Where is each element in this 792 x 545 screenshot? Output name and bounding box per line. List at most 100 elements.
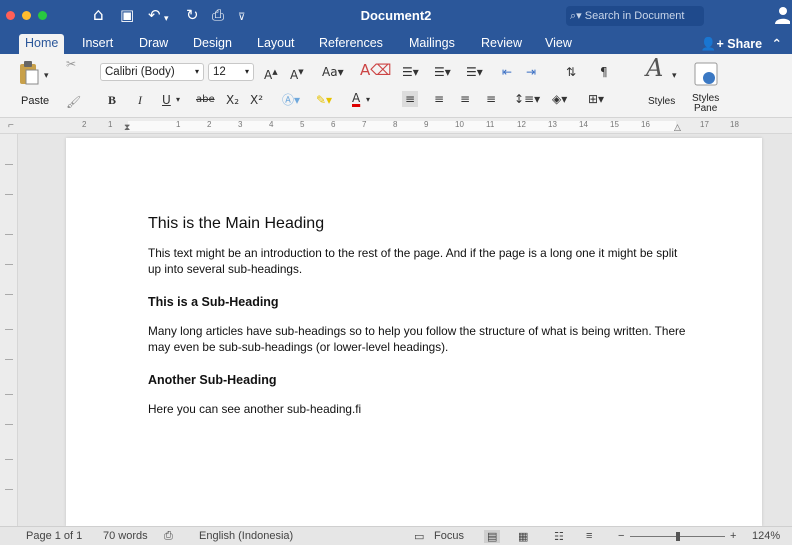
tab-home[interactable]: Home — [19, 34, 65, 54]
left-indent-marker-icon[interactable]: ⧗ — [124, 122, 130, 133]
zoom-in-icon[interactable]: + — [730, 530, 736, 542]
align-right-icon[interactable]: ≡ — [460, 91, 470, 107]
ruler-number: 15 — [610, 120, 619, 129]
cut-icon[interactable]: ✂ — [66, 56, 76, 72]
show-formatting-icon[interactable]: ¶ — [600, 64, 608, 80]
borders-icon[interactable]: ⊞▾ — [588, 91, 604, 107]
focus-label[interactable]: Focus — [434, 530, 464, 542]
font-name-select[interactable]: Calibri (Body) ▾ — [100, 63, 204, 81]
account-icon[interactable] — [774, 6, 790, 24]
tab-layout[interactable]: Layout — [251, 34, 301, 54]
right-indent-marker-icon[interactable]: △ — [674, 122, 681, 133]
paragraph-1[interactable]: Many long articles have sub-headings so … — [148, 323, 688, 355]
grow-font-icon[interactable]: A▲ — [264, 64, 278, 83]
ruler-number: 17 — [700, 120, 709, 129]
tab-mailings[interactable]: Mailings — [403, 34, 461, 54]
status-bar: Page 1 of 1 70 words ⎙ English (Indonesi… — [0, 526, 792, 545]
font-color-icon[interactable]: A — [352, 90, 360, 106]
web-layout-icon[interactable]: ▦ — [518, 530, 528, 543]
word-count[interactable]: 70 words — [103, 530, 148, 542]
ruler-tick — [5, 489, 13, 490]
share-button[interactable]: 👤+ Share ⌃ — [701, 36, 782, 52]
font-size-select[interactable]: 12 ▾ — [208, 63, 254, 81]
sub-heading-2[interactable]: Another Sub-Heading — [148, 373, 688, 387]
ruler-number: 6 — [331, 120, 336, 129]
align-center-icon[interactable]: ≡ — [434, 91, 444, 107]
ruler-number: 16 — [641, 120, 650, 129]
styles-icon[interactable]: A — [646, 56, 663, 80]
sub-heading-1[interactable]: This is a Sub-Heading — [148, 295, 688, 309]
change-case-icon[interactable]: Aa▾ — [322, 64, 344, 80]
clear-formatting-icon[interactable]: A⌫ — [360, 62, 391, 78]
shrink-font-icon[interactable]: A▼ — [290, 64, 304, 83]
underline-button[interactable]: U — [162, 92, 171, 108]
bullets-icon[interactable]: ☰▾ — [402, 64, 419, 80]
search-field[interactable]: ⌕▾ Search in Document — [566, 6, 704, 26]
ruler-number: 1 — [176, 120, 181, 129]
document-page[interactable]: This is the Main Heading This text might… — [66, 138, 762, 526]
decrease-indent-icon[interactable]: ⇤ — [502, 64, 512, 80]
paste-dropdown-icon[interactable]: ▾ — [44, 68, 49, 84]
ruler-number: 12 — [517, 120, 526, 129]
ruler-number: 7 — [362, 120, 367, 129]
bold-button[interactable]: B — [108, 92, 116, 108]
styles-pane-label-line2: Pane — [693, 103, 718, 114]
zoom-level[interactable]: 124% — [752, 530, 780, 542]
ruler-tick — [5, 394, 13, 395]
document-body[interactable]: This is the Main Heading This text might… — [148, 215, 688, 417]
zoom-out-icon[interactable]: − — [618, 530, 624, 542]
collapse-ribbon-icon[interactable]: ⌃ — [772, 37, 782, 51]
underline-dropdown-icon[interactable]: ▾ — [176, 92, 180, 108]
align-left-icon[interactable]: ≡ — [402, 91, 419, 107]
outline-view-icon[interactable]: ☷ — [554, 530, 564, 543]
vertical-ruler[interactable] — [0, 134, 18, 526]
tab-stop-selector-icon[interactable]: ⌐ — [8, 120, 14, 131]
draft-view-icon[interactable]: ≡ — [586, 530, 592, 542]
tab-design[interactable]: Design — [187, 34, 238, 54]
tab-references[interactable]: References — [313, 34, 389, 54]
superscript-button[interactable]: X² — [250, 92, 263, 108]
multilevel-list-icon[interactable]: ☰▾ — [466, 64, 483, 80]
tab-review[interactable]: Review — [475, 34, 528, 54]
language-label[interactable]: English (Indonesia) — [199, 530, 293, 542]
increase-indent-icon[interactable]: ⇥ — [526, 64, 536, 80]
sort-icon[interactable]: ⇅ — [566, 64, 576, 80]
ruler-number: 5 — [300, 120, 305, 129]
font-name-value: Calibri (Body) — [105, 66, 175, 78]
ruler-tick — [5, 329, 13, 330]
justify-icon[interactable]: ≡ — [486, 91, 496, 107]
print-layout-icon[interactable]: ▤ — [484, 530, 501, 543]
ruler-number: 10 — [455, 120, 464, 129]
ruler-tick — [5, 234, 13, 235]
ruler-number: 8 — [393, 120, 398, 129]
ribbon-tabs: Home Insert Draw Design Layout Reference… — [0, 30, 792, 54]
zoom-slider-thumb[interactable] — [676, 532, 680, 541]
shading-icon[interactable]: ◈▾ — [552, 91, 567, 107]
styles-dropdown-icon[interactable]: ▾ — [672, 68, 677, 84]
line-spacing-icon[interactable]: ↕≡▾ — [514, 91, 540, 107]
styles-pane-label[interactable]: Styles Pane — [692, 94, 719, 114]
font-color-dropdown-icon[interactable]: ▾ — [366, 92, 370, 108]
paste-icon[interactable] — [18, 60, 40, 86]
intro-paragraph[interactable]: This text might be an introduction to th… — [148, 245, 688, 277]
highlight-icon[interactable]: ✎▾ — [316, 92, 332, 108]
ruler-tick — [5, 294, 13, 295]
paste-label: Paste — [21, 95, 50, 107]
subscript-button[interactable]: X₂ — [226, 92, 239, 108]
italic-button[interactable]: I — [138, 92, 142, 108]
numbering-icon[interactable]: ☰▾ — [434, 64, 451, 80]
proofing-icon[interactable]: ⎙ — [164, 530, 173, 543]
paragraph-2[interactable]: Here you can see another sub-heading.fi — [148, 401, 688, 417]
main-heading[interactable]: This is the Main Heading — [148, 215, 688, 233]
styles-pane-icon[interactable] — [694, 62, 720, 88]
format-painter-icon[interactable]: 🖌 — [66, 94, 81, 110]
tab-insert[interactable]: Insert — [76, 34, 119, 54]
tab-draw[interactable]: Draw — [133, 34, 174, 54]
horizontal-ruler[interactable]: ⌐ 2 1 1 2 3 4 5 6 7 8 9 10 11 12 13 14 1… — [0, 118, 792, 134]
text-effects-icon[interactable]: Ⓐ▾ — [282, 92, 300, 108]
tab-view[interactable]: View — [539, 34, 578, 54]
strikethrough-button[interactable]: abe — [196, 92, 215, 108]
ruler-number: 14 — [579, 120, 588, 129]
page-count[interactable]: Page 1 of 1 — [26, 530, 82, 542]
focus-icon[interactable]: ▭ — [414, 530, 424, 543]
